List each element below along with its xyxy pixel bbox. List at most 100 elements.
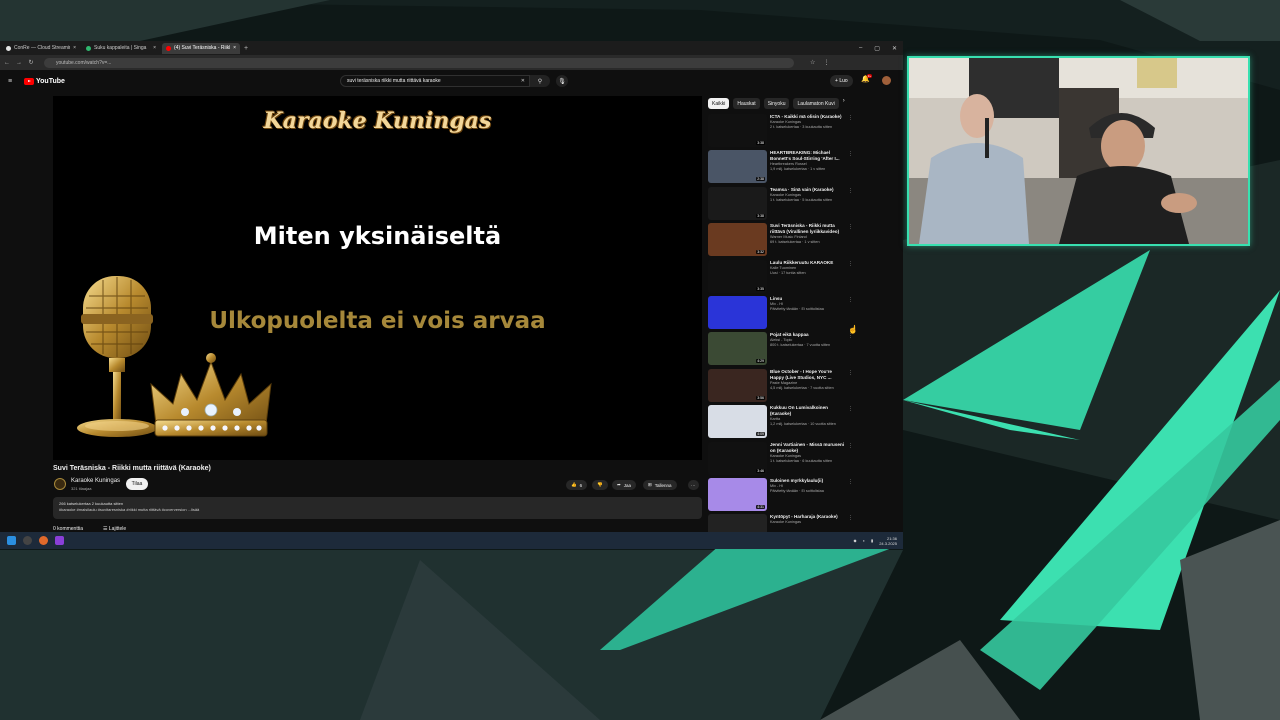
bookmark-add-icon: ⊞	[648, 482, 652, 487]
clock[interactable]: 21:36 24.3.2025	[879, 536, 897, 546]
video-thumbnail[interactable]: 2:38	[708, 150, 767, 184]
microphone-crown-illustration	[77, 276, 272, 437]
list-item[interactable]: 2:38 HEARTBREAKING: Michael Bonnett's Sou…	[708, 149, 853, 185]
video-thumbnail[interactable]: 4:09	[708, 405, 767, 439]
bookmark-icon[interactable]: ☆	[810, 59, 815, 66]
list-item[interactable]: 3:35 Laulu Riikkeruutu KARAOKE Kalle Tuomi…	[708, 259, 853, 295]
list-item[interactable]: Linsu Mix - HI Päivitetty tänään · Ei soit…	[708, 295, 853, 331]
app-taskbar-icon[interactable]	[55, 536, 64, 545]
tab-label: (4) Suvi Teräsniska - Riikki m	[174, 45, 230, 51]
search-button[interactable]: ⚲	[530, 75, 550, 87]
video-thumbnail[interactable]	[708, 295, 767, 329]
network-icon[interactable]: ◆	[854, 538, 857, 543]
browser-tab-bar: ConRe — Cloud Streaming Bot × Suku kappa…	[0, 41, 903, 55]
subscriber-count: 321 tilaajaa	[71, 486, 92, 491]
more-vertical-icon[interactable]: ⋮	[848, 188, 853, 194]
browser-taskbar-icon[interactable]	[39, 536, 48, 545]
more-vertical-icon[interactable]: ⋮	[848, 370, 853, 376]
list-item[interactable]: 3:38 Teamsa · Sinä vain (Karaoke) Karaoke …	[708, 186, 853, 222]
video-title: Jenni Vartiainen - Missä muruseni on (Ka…	[770, 441, 845, 453]
video-thumbnail[interactable]: 3:32	[708, 223, 767, 257]
list-item[interactable]: 4:29 Pojat eikä kappaa Aleksi - Topic 800 t…	[708, 331, 853, 367]
video-thumbnail[interactable]: 3:38	[708, 186, 767, 220]
more-actions-button[interactable]: ···	[688, 480, 699, 490]
more-vertical-icon[interactable]: ⋮	[848, 333, 853, 339]
chip-sinyoku[interactable]: Sinyoku	[763, 98, 790, 109]
video-thumbnail[interactable]: 4:31	[708, 477, 767, 511]
tab-favicon	[86, 45, 91, 51]
save-button[interactable]: ⊞ Tallenna	[643, 480, 677, 490]
channel-avatar[interactable]	[54, 478, 66, 490]
video-description[interactable]: 266 katselukertaa 2 kuukautta sitten #ka…	[53, 497, 702, 519]
channel-name[interactable]: Karaoke Kuningas	[770, 520, 846, 525]
search-input[interactable]: suvi teräsniska riikki mutta riittävä ka…	[340, 75, 530, 87]
clear-icon[interactable]: ✕	[521, 78, 525, 84]
search-taskbar-icon[interactable]	[23, 536, 32, 545]
back-icon[interactable]: ←	[2, 60, 12, 66]
list-item[interactable]: 4:31 Suloinen myrkkylaulu(ii) Mix - HI Päiv…	[708, 477, 853, 513]
list-item[interactable]: 3:38 ICTA - Kaikki mä olisin (Karaoke) Kar…	[708, 113, 853, 149]
more-vertical-icon[interactable]: ⋮	[848, 224, 853, 230]
dislike-button[interactable]: 👎	[592, 480, 608, 490]
chevron-right-icon[interactable]: ›	[843, 98, 845, 109]
menu-icon[interactable]: ≡	[8, 78, 16, 85]
list-item[interactable]: 3:46 Jenni Vartiainen - Missä muruseni on…	[708, 441, 853, 477]
avatar[interactable]	[882, 76, 891, 85]
share-button[interactable]: ➦ Jaa	[612, 480, 637, 490]
youtube-logo[interactable]: YouTube	[24, 77, 65, 85]
maximize-icon[interactable]: ▢	[874, 45, 880, 52]
video-meta: Linsu Mix - HI Päivitetty tänään · Ei soit…	[770, 296, 846, 312]
more-vertical-icon[interactable]: ⋮	[848, 515, 853, 521]
reload-icon[interactable]: ↻	[26, 59, 36, 66]
list-item[interactable]: 3:32 Suvi Teräsniska - Riikki mutta riitt…	[708, 222, 853, 258]
channel-name[interactable]: Karaoke Kuningas	[71, 478, 120, 484]
close-icon[interactable]: ×	[73, 45, 76, 51]
chip-hauskat[interactable]: Hauskat	[733, 98, 760, 109]
extensions-icon[interactable]: ⋮	[823, 59, 829, 66]
browser-tab-2[interactable]: Suku kappaleita | Singa ×	[82, 43, 160, 54]
more-vertical-icon[interactable]: ⋮	[848, 443, 853, 449]
create-button[interactable]: + Luo	[830, 75, 853, 87]
start-icon[interactable]	[7, 536, 16, 545]
more-vertical-icon[interactable]: ⋮	[848, 479, 853, 485]
chip-kaikki[interactable]: Kaikki	[708, 98, 730, 109]
video-stats: 1,9 milj. katselukertaa · 1 v sitten	[770, 167, 826, 172]
tab-label: Suku kappaleita | Singa	[94, 45, 147, 51]
close-window-icon[interactable]: ✕	[892, 45, 897, 52]
webcam-feed	[907, 56, 1250, 246]
more-vertical-icon[interactable]: ⋮	[848, 406, 853, 412]
video-thumbnail[interactable]: 4:29	[708, 332, 767, 366]
video-thumbnail[interactable]: 3:46	[708, 441, 767, 475]
list-item[interactable]: 3:56 Blue October - I Hope You're Happy (…	[708, 368, 853, 404]
subscribe-button[interactable]: Tilaa	[126, 478, 148, 490]
video-meta: Suloinen myrkkylaulu(ii) Mix - HI Päivitet…	[770, 478, 846, 494]
battery-icon[interactable]: ▮	[871, 538, 873, 543]
like-button[interactable]: 👍 6	[566, 480, 588, 490]
more-vertical-icon[interactable]: ⋮	[848, 297, 853, 303]
volume-icon[interactable]: ◖	[863, 538, 865, 543]
duration-badge: 2:38	[756, 177, 765, 182]
browser-tab-1[interactable]: ConRe — Cloud Streaming Bot ×	[2, 43, 80, 54]
new-tab-icon[interactable]: +	[244, 45, 248, 52]
youtube-header: ≡ YouTube suvi teräsniska riikki mutta r…	[0, 70, 903, 92]
voice-search-button[interactable]: 🎙	[556, 75, 568, 87]
video-thumbnail[interactable]: 3:38	[708, 114, 767, 147]
video-player[interactable]: Karaoke Kuningas Miten yksinäiseltä Ulko…	[53, 96, 702, 460]
more-vertical-icon[interactable]: ⋮	[848, 261, 853, 267]
close-icon[interactable]: ×	[233, 45, 236, 51]
video-thumbnail[interactable]: 3:35	[708, 259, 767, 293]
list-item[interactable]: 4:09 Kukkuu On Lumivalkoinen (Karaoke) Kar…	[708, 404, 853, 440]
close-icon[interactable]: ×	[153, 45, 156, 51]
forward-icon[interactable]: →	[14, 60, 24, 66]
video-meta: Kukkuu On Lumivalkoinen (Karaoke) Kartta 1…	[770, 405, 846, 427]
more-vertical-icon[interactable]: ⋮	[848, 115, 853, 121]
browser-tab-3[interactable]: (4) Suvi Teräsniska - Riikki m ×	[162, 42, 240, 54]
minimize-icon[interactable]: –	[859, 45, 862, 52]
video-meta: Laulu Riikkeruutu KARAOKE Kalle Tuominen U…	[770, 260, 846, 276]
url-field[interactable]: youtube.com/watch?v=...	[44, 57, 794, 68]
like-count: 6	[579, 482, 583, 488]
duration-badge: 4:09	[756, 432, 765, 437]
video-thumbnail[interactable]: 3:56	[708, 368, 767, 402]
chip-laulamaton[interactable]: Laulamaton Kuvi	[793, 98, 839, 109]
more-vertical-icon[interactable]: ⋮	[848, 151, 853, 157]
